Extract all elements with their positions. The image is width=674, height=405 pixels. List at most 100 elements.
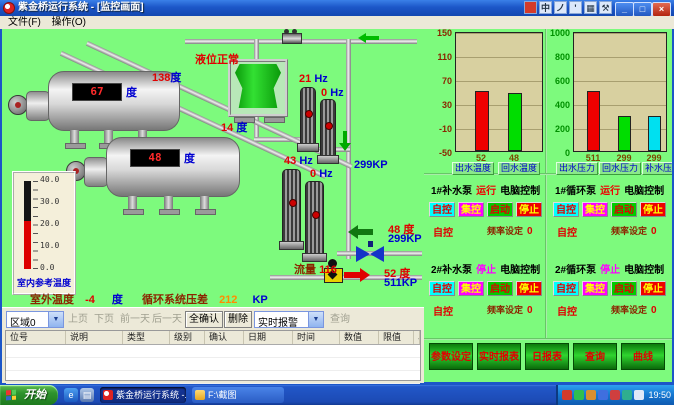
makeup-pump-1 xyxy=(300,87,316,145)
prev-day-button[interactable]: 前一天 xyxy=(120,311,150,328)
start-pump-button[interactable]: 启动 xyxy=(611,202,637,217)
title-bar[interactable]: 紫金桥运行系统 - [监控画面] 中 ノ ' ▦ ⚒ _ □ × xyxy=(0,0,674,16)
panel-title: 1#补水泵运行电脑控制 xyxy=(431,182,540,197)
current-mode-label: 自控 xyxy=(433,224,453,239)
chevron-down-icon[interactable]: ▼ xyxy=(308,312,323,327)
ime-tool-icon[interactable]: ノ xyxy=(554,1,567,14)
tray-icon[interactable] xyxy=(562,390,572,400)
auto-control-button[interactable]: 自控 xyxy=(553,281,579,296)
tray-icon[interactable] xyxy=(610,390,620,400)
alarm-query-button[interactable]: 查询 xyxy=(330,311,350,328)
col-confirm[interactable]: 确认 xyxy=(205,331,244,344)
keyboard-icon[interactable]: ▦ xyxy=(584,1,597,14)
task-button-app[interactable]: 紫金桥运行系统 -... xyxy=(100,387,186,403)
auto-control-button[interactable]: 自控 xyxy=(429,202,455,217)
daily-report-button[interactable]: 日报表 xyxy=(525,343,569,370)
quick-launch-ie-icon[interactable]: e xyxy=(64,388,78,402)
legend-outlet-temp: 出水温度 xyxy=(452,162,494,175)
alarm-type-select[interactable]: 实时报警 ▼ xyxy=(254,311,324,328)
start-button[interactable]: 开始 xyxy=(0,385,58,405)
kp-299-valve-label: 299KP xyxy=(388,233,422,245)
col-unit[interactable]: 单.. xyxy=(414,331,420,344)
pressure-bar-chart: 1000 800 600 400 200 0 511 299 299 出水压力 … xyxy=(546,30,670,173)
col-time[interactable]: 时间 xyxy=(293,331,340,344)
menu-operate[interactable]: 操作(O) xyxy=(52,16,86,29)
ytick: 400 xyxy=(544,100,570,110)
query-button[interactable]: 查询 xyxy=(573,343,617,370)
stop-pump-button[interactable]: 停止 xyxy=(516,281,542,296)
thermometer-ticks xyxy=(33,181,38,269)
col-description[interactable]: 说明 xyxy=(66,331,123,344)
lang-cn-icon[interactable]: 中 xyxy=(539,1,552,14)
menu-file[interactable]: 文件(F) xyxy=(8,16,41,29)
taskbar: 开始 e ▤ 紫金桥运行系统 -... F:\截图 19:50 xyxy=(0,385,674,405)
temperature-bar-chart: 150 110 70 30 -10 -50 52 48 出水温度 回水温度 xyxy=(426,30,544,173)
tray-icon[interactable] xyxy=(586,390,596,400)
frequency-setting: 频率设定0 xyxy=(487,303,533,316)
central-control-button[interactable]: 集控 xyxy=(458,202,484,217)
panel-circulation-pump-2: 2#循环泵停止电脑控制 自控 集控 启动 停止 自控 频率设定0 xyxy=(551,255,669,331)
plot-area xyxy=(455,32,543,152)
circulation-pump-1 xyxy=(282,169,301,243)
col-type[interactable]: 类型 xyxy=(123,331,170,344)
central-control-button[interactable]: 集控 xyxy=(582,202,608,217)
start-pump-button[interactable]: 启动 xyxy=(611,281,637,296)
alarm-table[interactable]: 位号 说明 类型 级别 确认 日期 时间 数值 限值 单.. xyxy=(5,330,421,381)
col-limit[interactable]: 限值 xyxy=(379,331,414,344)
stop-pump-button[interactable]: 停止 xyxy=(516,202,542,217)
col-level[interactable]: 级别 xyxy=(170,331,205,344)
app-icon xyxy=(3,2,15,14)
tray-icon[interactable] xyxy=(598,390,608,400)
task-button-folder[interactable]: F:\截图 xyxy=(192,387,284,403)
stop-pump-button[interactable]: 停止 xyxy=(640,281,666,296)
col-date[interactable]: 日期 xyxy=(244,331,293,344)
confirm-all-button[interactable]: 全确认 xyxy=(185,311,223,328)
show-desktop-icon[interactable]: ▤ xyxy=(80,388,94,402)
action-button-row: 参数设定 实时报表 日报表 查询 曲线 xyxy=(429,343,669,370)
chevron-down-icon[interactable]: ▼ xyxy=(48,312,63,327)
alarm-table-header: 位号 说明 类型 级别 确认 日期 时间 数值 限值 单.. xyxy=(6,331,420,345)
params-setting-button[interactable]: 参数设定 xyxy=(429,343,473,370)
tray-icon[interactable] xyxy=(574,390,584,400)
next-page-button[interactable]: 下页 xyxy=(94,311,114,328)
prev-page-button[interactable]: 上页 xyxy=(68,311,88,328)
close-button[interactable]: × xyxy=(652,2,671,17)
alarm-row-empty xyxy=(6,345,420,358)
area-select[interactable]: 区域0 ▼ xyxy=(6,311,64,328)
thermo-tick: 20.0 xyxy=(40,219,74,228)
tray-icon[interactable] xyxy=(634,390,644,400)
ytick: 800 xyxy=(544,52,570,62)
flow-label: 流量 116 xyxy=(294,261,337,277)
central-control-button[interactable]: 集控 xyxy=(458,281,484,296)
stop-pump-button[interactable]: 停止 xyxy=(640,202,666,217)
col-tag[interactable]: 位号 xyxy=(6,331,66,344)
curve-button[interactable]: 曲线 xyxy=(621,343,665,370)
delete-button[interactable]: 删除 xyxy=(224,311,252,328)
ime-punct-icon[interactable]: ' xyxy=(569,1,582,14)
next-day-button[interactable]: 后一天 xyxy=(152,311,182,328)
central-control-button[interactable]: 集控 xyxy=(582,281,608,296)
alarm-type-value: 实时报警 xyxy=(258,314,298,329)
col-value[interactable]: 数值 xyxy=(340,331,379,344)
language-bar[interactable]: 中 ノ ' ▦ ⚒ xyxy=(524,1,612,14)
panel-circulation-pump-1: 1#循环泵运行电脑控制 自控 集控 启动 停止 自控 频率设定0 xyxy=(551,176,669,252)
tray-icon[interactable] xyxy=(622,390,632,400)
plot-area xyxy=(573,32,667,152)
menu-bar: 文件(F) 操作(O) xyxy=(0,16,674,30)
auto-control-button[interactable]: 自控 xyxy=(553,202,579,217)
minimize-button[interactable]: _ xyxy=(615,2,634,17)
realtime-report-button[interactable]: 实时报表 xyxy=(477,343,521,370)
current-mode-label: 自控 xyxy=(557,224,577,239)
ime-icon[interactable] xyxy=(524,1,537,14)
auto-control-button[interactable]: 自控 xyxy=(429,281,455,296)
kp-511-label: 511KP xyxy=(384,277,417,289)
boiler-2-temp-unit: 度 xyxy=(184,150,195,166)
start-pump-button[interactable]: 启动 xyxy=(487,202,513,217)
panel-title: 2#补水泵停止电脑控制 xyxy=(431,261,540,276)
frequency-setting: 频率设定0 xyxy=(611,224,657,237)
current-mode-label: 自控 xyxy=(433,303,453,318)
start-pump-button[interactable]: 启动 xyxy=(487,281,513,296)
boiler-foot xyxy=(195,209,216,215)
maximize-button[interactable]: □ xyxy=(633,2,652,17)
ime-options-icon[interactable]: ⚒ xyxy=(599,1,612,14)
